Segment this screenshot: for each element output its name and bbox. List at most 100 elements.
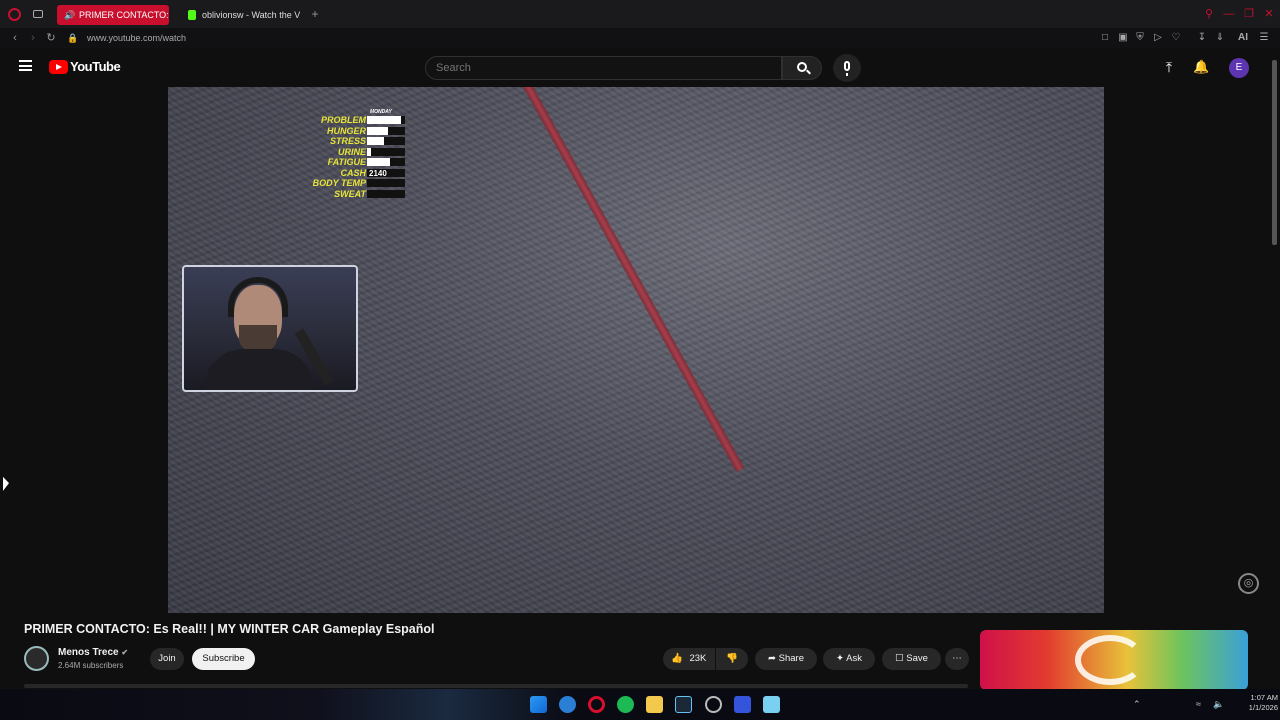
volume-icon[interactable]: 🔈 [1213, 699, 1224, 710]
share-label: Share [778, 653, 804, 664]
easy-setup-icon[interactable]: ☰ [1257, 31, 1271, 45]
settings-gear-icon[interactable] [705, 696, 722, 713]
extensions-icon[interactable]: ⇓ [1213, 31, 1227, 45]
tab-kick[interactable]: oblivionsw - Watch the VO [180, 5, 300, 25]
video-player[interactable]: MONDAY PROBLEM HUNGER STRESS URINE FATIG… [168, 87, 1104, 613]
hud-label: HUNGER [326, 125, 366, 136]
youtube-header: YouTube ⤒ 🔔 E [0, 48, 1270, 86]
shield-icon[interactable]: ⛨ [1133, 31, 1147, 45]
dislike-button[interactable]: 👎 [716, 648, 748, 670]
snapshot-icon[interactable]: □ [1098, 31, 1112, 45]
download-icon[interactable]: ↧ [1195, 31, 1209, 45]
microphone-icon [844, 61, 850, 71]
save-button[interactable]: ☐ Save [882, 648, 941, 670]
spotify-icon[interactable] [617, 696, 634, 713]
hud-label: PROBLEM [321, 115, 366, 125]
network-icon[interactable]: ≈ [1196, 699, 1201, 709]
start-windows-icon[interactable] [530, 696, 547, 713]
hud-row: SWEAT [308, 189, 408, 200]
notifications-bell-icon[interactable]: 🔔 [1193, 59, 1209, 75]
create-upload-icon[interactable]: ⤒ [1162, 59, 1176, 75]
more-actions-button[interactable]: ⋯ [945, 648, 969, 670]
video-title: PRIMER CONTACTO: Es Real!! | MY WINTER C… [24, 622, 435, 636]
channel-watermark-icon[interactable]: ◎ [1238, 573, 1259, 594]
sponsored-ad[interactable] [980, 630, 1248, 690]
play-triangle-icon [56, 63, 62, 70]
hud-label: BODY TEMP [312, 178, 366, 188]
clock-time: 1:07 AM [1250, 693, 1278, 702]
kick-icon [188, 10, 196, 20]
windows-taskbar [0, 689, 1280, 720]
browser-icon[interactable] [559, 696, 576, 713]
hud-day-row: MONDAY [308, 107, 408, 115]
hud-label: CASH [340, 167, 366, 178]
app-icon[interactable] [734, 696, 751, 713]
steam-icon[interactable] [675, 696, 692, 713]
hud-cash-value: 2140 [369, 168, 387, 178]
back-icon[interactable]: ‹ [8, 31, 22, 45]
reload-icon[interactable]: ↻ [44, 31, 58, 45]
app-icon[interactable] [763, 696, 780, 713]
hud-row: STRESS [308, 136, 408, 147]
hud-bar [367, 147, 371, 156]
search-tabs-icon[interactable]: ⚲ [1203, 8, 1215, 20]
minimize-icon[interactable]: — [1223, 8, 1235, 20]
lock-icon: 🔒 [67, 33, 79, 43]
voice-search-button[interactable] [833, 54, 861, 82]
channel-name[interactable]: Menos Trece ✔ [58, 647, 128, 658]
page-scrollbar[interactable] [1272, 60, 1277, 245]
bookmark-page-icon[interactable]: ▣ [1116, 31, 1130, 45]
close-icon[interactable]: ✕ [1263, 8, 1275, 20]
hud-label: STRESS [329, 136, 366, 146]
thumbs-up-icon: 👍 [671, 653, 683, 664]
ask-label: Ask [846, 653, 862, 664]
new-tab-button[interactable]: + [309, 7, 321, 21]
hud-row: CASH 2140 [308, 168, 408, 179]
game-hud: MONDAY PROBLEM HUNGER STRESS URINE FATIG… [308, 107, 408, 199]
bookmark-icon: ☐ [895, 653, 904, 664]
account-avatar[interactable]: E [1229, 58, 1249, 78]
aria-ai-icon[interactable]: AI [1233, 31, 1253, 45]
taskbar-clock[interactable]: 1:07 AM 1/1/2026 [1232, 693, 1278, 713]
address-bar: ‹ › ↻ 🔒 www.youtube.com/watch □ ▣ ⛨ ▷ ♡ … [0, 28, 1280, 48]
share-button[interactable]: ➦ Share [755, 648, 817, 670]
subscribe-button[interactable]: Subscribe [192, 648, 255, 670]
hud-bar [367, 158, 390, 166]
forward-icon[interactable]: › [26, 31, 40, 45]
play-icon[interactable]: ▷ [1151, 31, 1165, 45]
url-field[interactable]: www.youtube.com/watch [87, 31, 186, 45]
tab-youtube[interactable]: 🔊 PRIMER CONTACTO: E [57, 5, 169, 25]
opera-icon[interactable] [588, 696, 605, 713]
ad-graphic [1075, 635, 1145, 685]
like-button[interactable]: 👍 23K [663, 648, 715, 670]
save-label: Save [906, 653, 928, 664]
channel-avatar[interactable] [24, 646, 49, 671]
opera-menu-icon[interactable] [8, 8, 21, 21]
maximize-icon[interactable]: ❐ [1243, 8, 1255, 20]
sparkle-icon: ✦ [836, 653, 844, 664]
hud-row: HUNGER [308, 126, 408, 137]
search-box[interactable] [425, 56, 782, 80]
thumbs-down-icon: 👎 [726, 653, 738, 664]
verified-icon: ✔ [121, 648, 129, 657]
subscriber-count: 2.64M subscribers [58, 661, 124, 670]
search-button[interactable] [782, 56, 822, 80]
speaker-icon: 🔊 [64, 10, 76, 20]
streamer-webcam [182, 265, 358, 392]
streamer-body [204, 349, 314, 390]
hud-bar [367, 116, 402, 124]
tab-label: PRIMER CONTACTO: E [79, 10, 169, 20]
hud-label: FATIGUE [327, 157, 366, 167]
ask-button[interactable]: ✦ Ask [823, 648, 875, 670]
search-input[interactable] [436, 60, 766, 76]
hamburger-menu-icon[interactable] [19, 60, 32, 71]
clock-date: 1/1/2026 [1248, 703, 1278, 712]
tray-chevron-icon[interactable]: ⌃ [1133, 699, 1141, 710]
channel-name-text: Menos Trece [58, 647, 119, 658]
tab-manager-icon[interactable] [33, 10, 43, 18]
file-explorer-icon[interactable] [646, 696, 663, 713]
hud-label: SWEAT [334, 188, 366, 199]
join-button[interactable]: Join [150, 648, 184, 670]
heart-icon[interactable]: ♡ [1169, 31, 1183, 45]
tab-label: oblivionsw - Watch the VO [202, 10, 300, 20]
